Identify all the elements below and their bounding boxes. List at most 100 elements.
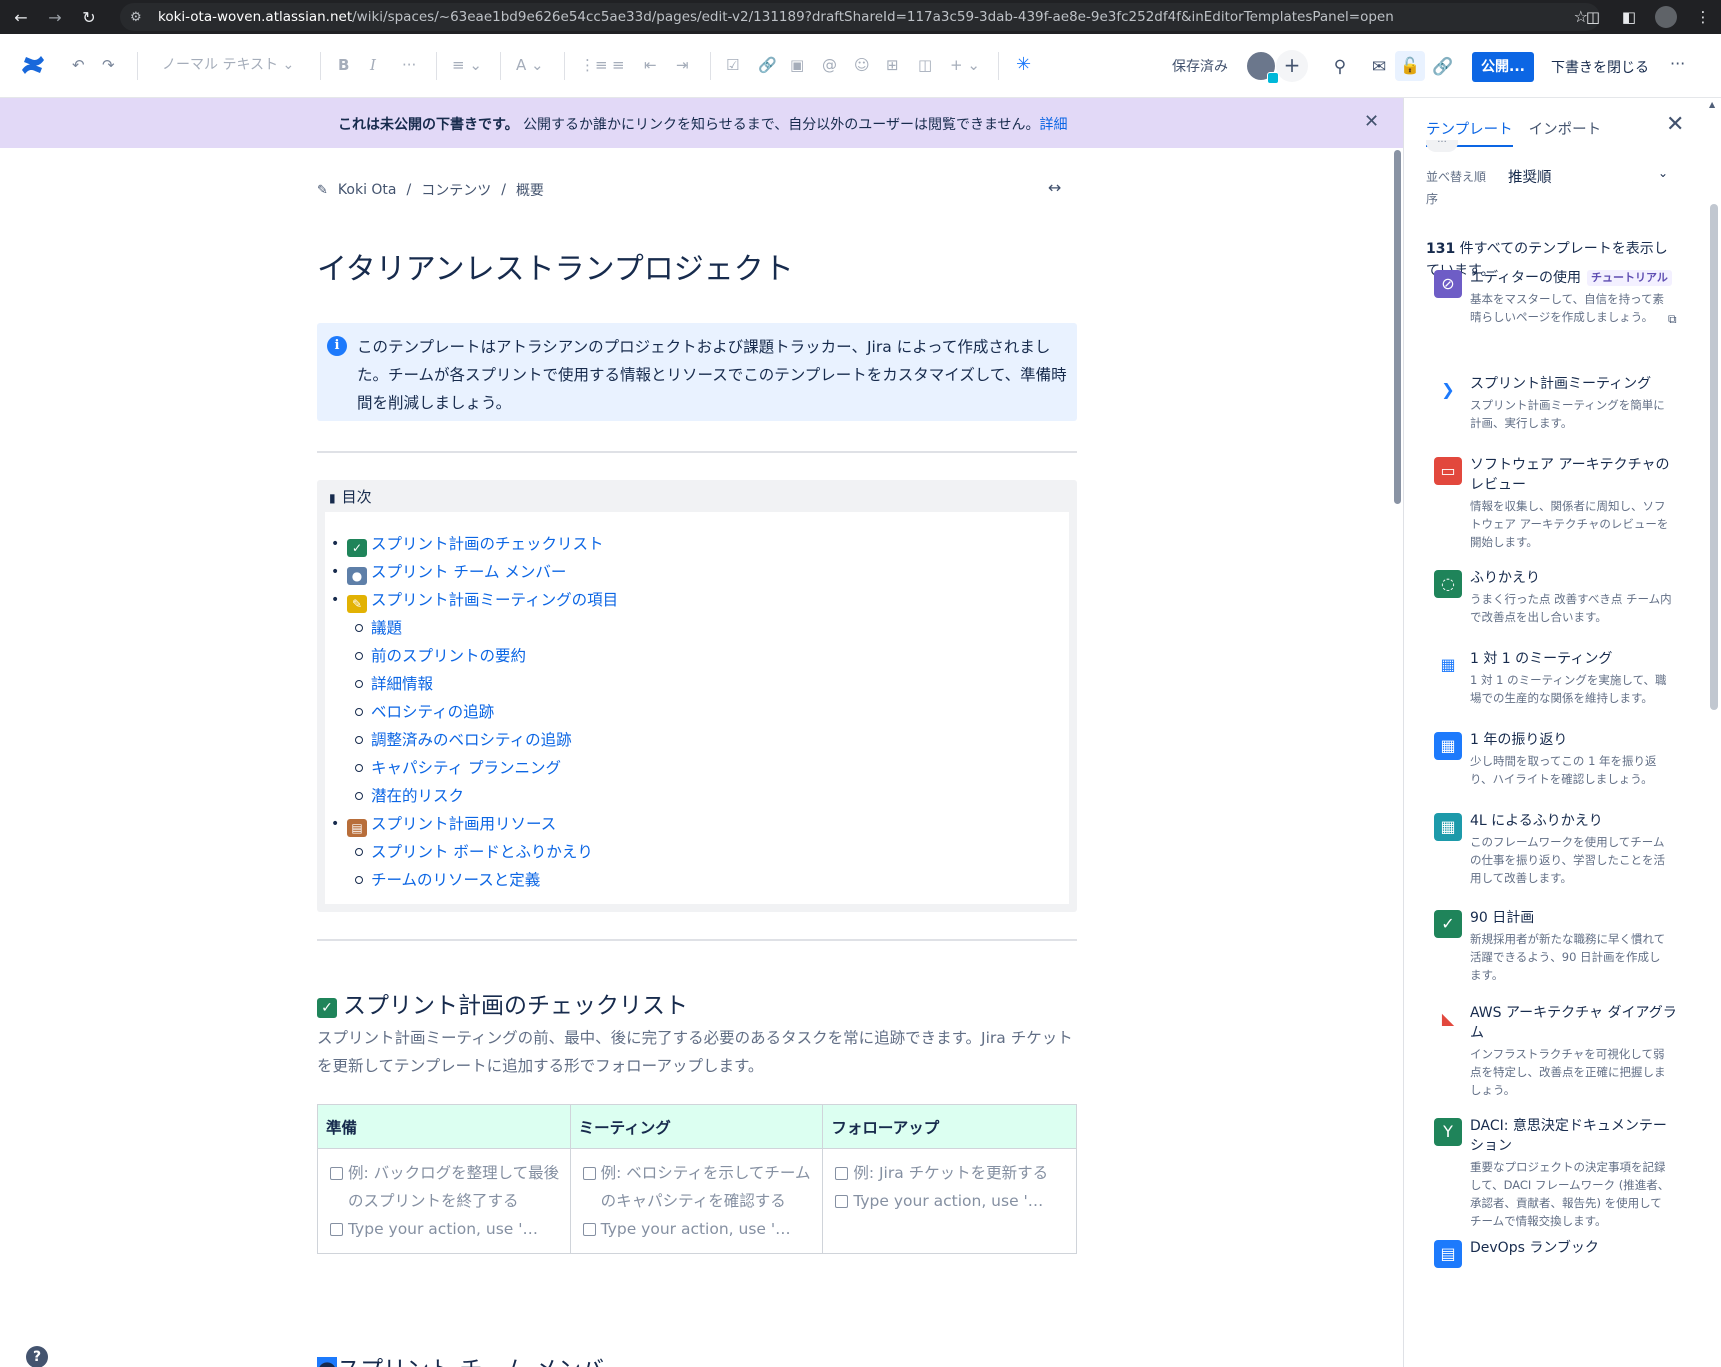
task-item[interactable]: Type your action, use '… — [831, 1187, 1068, 1215]
toc-link-label[interactable]: 調整済みのベロシティの追跡 — [371, 731, 572, 749]
image-icon[interactable]: ▣ — [790, 56, 804, 74]
forward-icon[interactable]: → — [42, 4, 68, 30]
checklist-table[interactable]: 準備 ミーティング フォローアップ 例: バックログを整理して最後のスプリントを… — [317, 1104, 1077, 1254]
toc-link[interactable]: 詳細情報 — [347, 670, 618, 698]
breadcrumb-item[interactable]: コンテンツ — [421, 180, 491, 200]
toc-link[interactable]: ▤スプリント計画用リソース — [331, 810, 618, 838]
toc-link-label[interactable]: スプリント チーム メンバー — [371, 563, 566, 581]
text-style-dropdown[interactable]: ノーマル テキスト ⌄ — [162, 54, 294, 74]
ai-sparkle-icon[interactable]: ✳ — [1016, 54, 1031, 75]
more-formatting-icon[interactable]: ··· — [402, 56, 416, 74]
table-header-prepare[interactable]: 準備 — [317, 1104, 571, 1149]
scrollbar-thumb[interactable] — [1710, 204, 1718, 710]
toc-link[interactable]: 潜在的リスク — [347, 782, 618, 810]
toc-link-label[interactable]: 議題 — [371, 619, 402, 637]
invite-plus-icon[interactable]: + — [1276, 50, 1308, 82]
copy-link-icon[interactable]: 🔗 — [1430, 54, 1456, 80]
chrome-menu-icon[interactable]: ⋮ — [1685, 8, 1721, 26]
toc-link-label[interactable]: キャパシティ プランニング — [371, 759, 561, 777]
sort-dropdown[interactable]: 推奨順 ⌄ — [1508, 166, 1672, 192]
close-draft-button[interactable]: 下書きを閉じる — [1551, 57, 1649, 77]
insert-plus-icon[interactable]: + ⌄ — [950, 56, 980, 74]
toc-link[interactable]: チームのリソースと定義 — [347, 866, 618, 894]
task-item[interactable]: Type your action, use '… — [579, 1215, 815, 1243]
italic-icon[interactable]: I — [370, 56, 376, 74]
task-item[interactable]: 例: Jira チケットを更新する — [831, 1159, 1068, 1187]
table-icon[interactable]: ⊞ — [886, 56, 899, 74]
toc-link[interactable]: ベロシティの追跡 — [347, 698, 618, 726]
extensions-icon[interactable]: ◫ — [1575, 8, 1611, 26]
table-cell[interactable]: 例: ベロシティを示してチームのキャパシティを確認する Type your ac… — [569, 1148, 824, 1254]
toc-link[interactable]: 議題 — [347, 614, 618, 642]
toc-link[interactable]: スプリント ボードとふりかえり — [347, 838, 618, 866]
tab-import[interactable]: インポート — [1529, 118, 1602, 147]
restrictions-lock-icon[interactable]: 🔓 — [1395, 51, 1425, 81]
bullet-list-icon[interactable]: ⋮≡ — [580, 56, 608, 74]
table-header-followup[interactable]: フォローアップ — [822, 1104, 1077, 1149]
table-cell[interactable]: 例: Jira チケットを更新する Type your action, use … — [822, 1148, 1077, 1254]
toc-link-label[interactable]: チームのリソースと定義 — [371, 871, 540, 889]
layout-icon[interactable]: ◫ — [918, 56, 932, 74]
drag-handle-icon[interactable]: ··· — [1426, 138, 1458, 152]
address-bar[interactable]: ⚙ koki-ota-woven.atlassian.net/wiki/spac… — [120, 3, 1600, 31]
reload-icon[interactable]: ↻ — [76, 4, 102, 30]
comment-icon[interactable]: ✉ — [1366, 54, 1392, 80]
panel-scrollbar[interactable]: ▲ — [1706, 98, 1721, 1367]
confluence-logo-icon[interactable] — [20, 52, 46, 78]
toc-link-label[interactable]: スプリント ボードとふりかえり — [371, 843, 593, 861]
toc-link[interactable]: ●スプリント チーム メンバー — [331, 558, 618, 586]
width-toggle-icon[interactable]: ↔ — [1048, 178, 1061, 197]
outdent-icon[interactable]: ⇤ — [644, 56, 657, 74]
table-cell[interactable]: 例: バックログを整理して最後のスプリントを終了する Type your act… — [317, 1148, 571, 1254]
section-description[interactable]: スプリント計画ミーティングの前、最中、後に完了する必要のあるタスクを常に追跡でき… — [317, 1024, 1077, 1080]
site-settings-icon[interactable]: ⚙ — [130, 10, 148, 25]
banner-details-link[interactable]: 詳細 — [1040, 117, 1068, 133]
scroll-up-icon[interactable]: ▲ — [1709, 100, 1715, 109]
section-heading-team[interactable]: ●スプリント チーム メンバー — [317, 1350, 627, 1367]
toc-link[interactable]: 調整済みのベロシティの追跡 — [347, 726, 618, 754]
profile-avatar[interactable] — [1655, 6, 1677, 28]
side-panel-icon[interactable]: ◧ — [1611, 8, 1647, 26]
breadcrumb-item[interactable]: 概要 — [516, 180, 544, 200]
toc-link[interactable]: キャパシティ プランニング — [347, 754, 618, 782]
toc-link-label[interactable]: 詳細情報 — [371, 675, 433, 693]
external-link-icon[interactable]: ⧉ — [1668, 312, 1677, 327]
toc-link-label[interactable]: 前のスプリントの要約 — [371, 647, 526, 665]
scrollbar-thumb[interactable] — [1394, 150, 1401, 504]
toc-link-label[interactable]: スプリント計画のチェックリスト — [371, 535, 604, 553]
indent-icon[interactable]: ⇥ — [676, 56, 689, 74]
mention-icon[interactable]: @ — [822, 56, 837, 74]
more-actions-icon[interactable]: ··· — [1670, 54, 1685, 73]
publish-button[interactable]: 公開... — [1472, 52, 1534, 82]
toc-link[interactable]: 前のスプリントの要約 — [347, 642, 618, 670]
panel-close-icon[interactable]: ✕ — [1666, 112, 1684, 137]
info-panel[interactable]: i このテンプレートはアトラシアンのプロジェクトおよび課題トラッカー、Jira … — [317, 323, 1077, 421]
bold-icon[interactable]: B — [338, 56, 349, 74]
task-item[interactable]: 例: ベロシティを示してチームのキャパシティを確認する — [579, 1159, 815, 1215]
redo-icon[interactable]: ↷ — [102, 56, 115, 74]
back-icon[interactable]: ← — [8, 4, 34, 30]
section-heading-checklist[interactable]: ✓ スプリント計画のチェックリスト — [317, 986, 688, 1020]
toc-link-label[interactable]: ベロシティの追跡 — [371, 703, 494, 721]
task-icon[interactable]: ☑ — [726, 56, 739, 74]
search-icon[interactable]: ⚲ — [1327, 54, 1353, 80]
task-item[interactable]: 例: バックログを整理して最後のスプリントを終了する — [326, 1159, 562, 1215]
emoji-icon[interactable]: ☺ — [854, 56, 870, 74]
banner-close-icon[interactable]: ✕ — [1364, 111, 1379, 132]
page-title[interactable]: イタリアンレストランプロジェクト — [317, 244, 794, 288]
link-icon[interactable]: 🔗 — [758, 56, 777, 74]
editor-scrollbar[interactable] — [1392, 148, 1403, 1367]
toc-link[interactable]: ✎スプリント計画ミーティングの項目 — [331, 586, 618, 614]
align-icon[interactable]: ≡ ⌄ — [452, 56, 482, 74]
numbered-list-icon[interactable]: ≡ — [612, 56, 625, 74]
toc-link-label[interactable]: 潜在的リスク — [371, 787, 464, 805]
toc-link-label[interactable]: スプリント計画ミーティングの項目 — [371, 591, 618, 609]
toc-link-label[interactable]: スプリント計画用リソース — [371, 815, 556, 833]
toc-link[interactable]: ✓スプリント計画のチェックリスト — [331, 530, 618, 558]
breadcrumb-item[interactable]: Koki Ota — [338, 182, 397, 198]
undo-icon[interactable]: ↶ — [72, 56, 85, 74]
task-item[interactable]: Type your action, use '… — [326, 1215, 562, 1243]
table-header-meeting[interactable]: ミーティング — [569, 1104, 824, 1149]
text-color-icon[interactable]: A ⌄ — [516, 56, 544, 74]
help-icon[interactable]: ? — [26, 1346, 48, 1367]
